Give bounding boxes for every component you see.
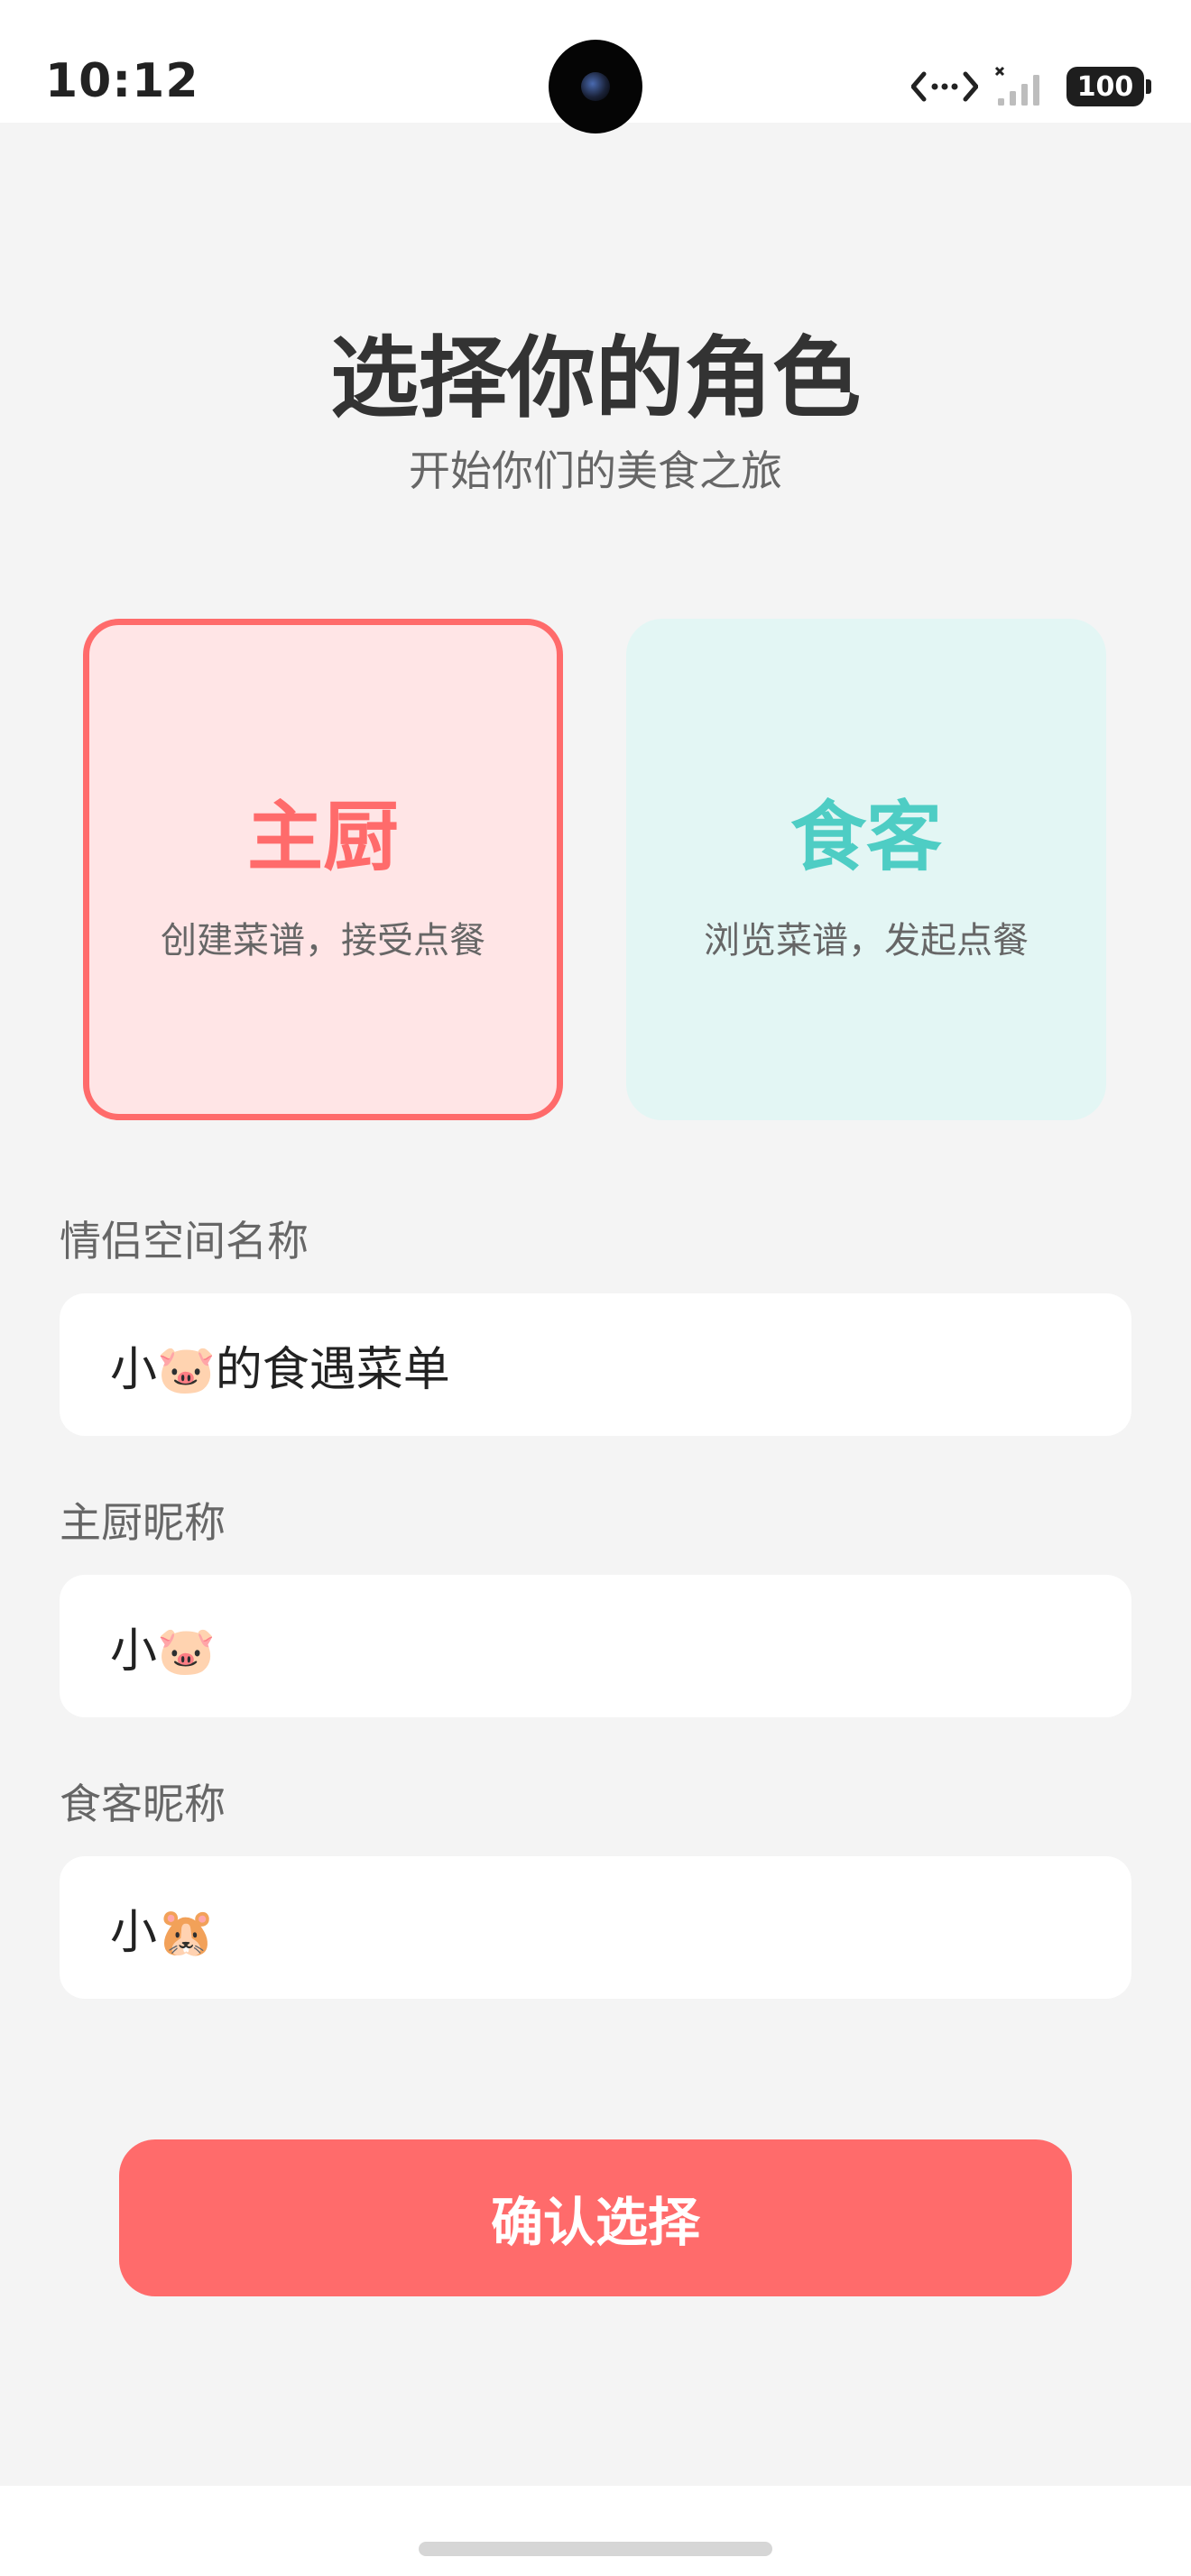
page-title: 选择你的角色 — [329, 327, 861, 430]
role-selection-screen: 10:12 100 选择你的角色 开始你们的美食之旅 主厨 创建菜谱，接受点餐 … — [0, 0, 1191, 2576]
page-subtitle: 开始你们的美食之旅 — [409, 446, 782, 495]
nfc-icon — [911, 71, 978, 102]
chef-nickname-label: 主厨昵称 — [60, 1498, 226, 1547]
space-name-label: 情侣空间名称 — [60, 1217, 309, 1265]
role-title-diner: 食客 — [789, 792, 942, 881]
diner-nickname-input[interactable]: 小🐹 — [60, 1856, 1131, 1999]
home-indicator[interactable] — [419, 2542, 772, 2556]
role-desc-chef: 创建菜谱，接受点餐 — [161, 919, 485, 961]
confirm-button[interactable]: 确认选择 — [119, 2139, 1072, 2296]
diner-nickname-value: 小🐹 — [110, 1905, 216, 1960]
role-desc-diner: 浏览菜谱，发起点餐 — [704, 919, 1029, 961]
signal-icon — [994, 66, 1039, 106]
role-card-diner[interactable]: 食客 浏览菜谱，发起点餐 — [626, 619, 1106, 1120]
status-bar: 10:12 100 — [0, 0, 1191, 133]
battery-level: 100 — [1076, 70, 1134, 103]
diner-nickname-label: 食客昵称 — [60, 1780, 226, 1828]
battery-icon: 100 — [1066, 67, 1151, 106]
status-icons: 100 — [911, 63, 1151, 110]
space-name-input[interactable]: 小🐷的食遇菜单 — [60, 1293, 1131, 1436]
chef-nickname-value: 小🐷 — [110, 1624, 216, 1679]
space-name-value: 小🐷的食遇菜单 — [110, 1342, 450, 1397]
navigation-bar — [0, 2486, 1191, 2576]
status-time: 10:12 — [45, 54, 199, 108]
role-title-chef: 主厨 — [246, 792, 399, 881]
front-camera — [549, 40, 642, 133]
role-card-chef[interactable]: 主厨 创建菜谱，接受点餐 — [83, 619, 563, 1120]
chef-nickname-input[interactable]: 小🐷 — [60, 1575, 1131, 1717]
